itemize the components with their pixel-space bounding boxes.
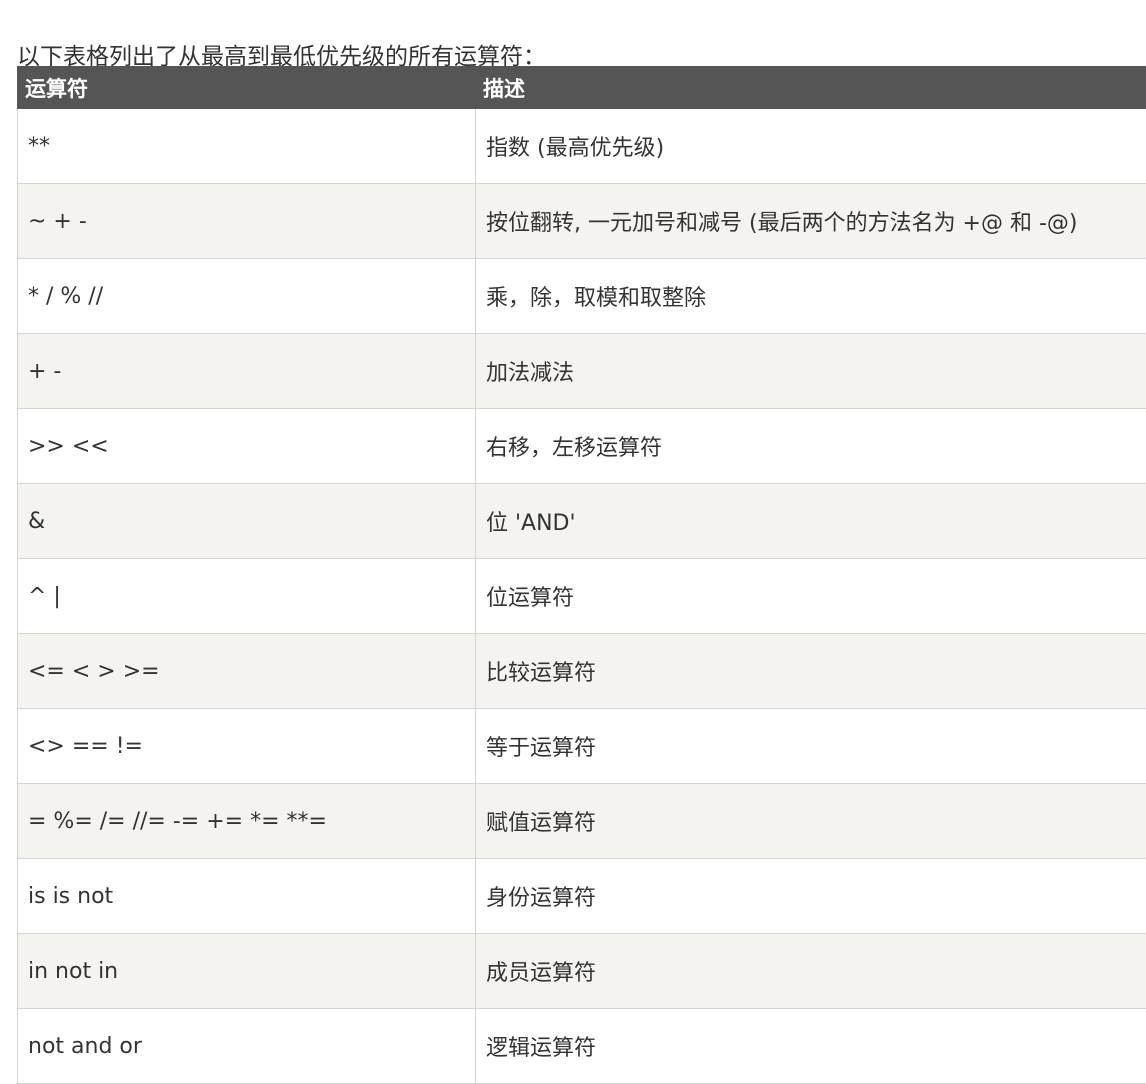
description-cell: 按位翻转, 一元加号和减号 (最后两个的方法名为 +@ 和 -@)	[476, 184, 1146, 259]
operator-cell: in not in	[18, 934, 476, 1009]
table-row: + - 加法减法	[18, 334, 1146, 409]
operator-cell: = %= /= //= -= += *= **=	[18, 784, 476, 859]
column-header-operator: 运算符	[18, 67, 476, 109]
table-row: is is not 身份运算符	[18, 859, 1146, 934]
description-cell: 身份运算符	[476, 859, 1146, 934]
column-header-description: 描述	[476, 67, 1146, 109]
operator-cell: ^ |	[18, 559, 476, 634]
operator-cell: not and or	[18, 1009, 476, 1084]
operator-precedence-table: 运算符 描述 ** 指数 (最高优先级) ~ + - 按位翻转, 一元加号和减号…	[17, 66, 1146, 1084]
table-row: <= < > >= 比较运算符	[18, 634, 1146, 709]
table-row: >> << 右移，左移运算符	[18, 409, 1146, 484]
table-row: & 位 'AND'	[18, 484, 1146, 559]
description-cell: 逻辑运算符	[476, 1009, 1146, 1084]
description-cell: 位运算符	[476, 559, 1146, 634]
operator-cell: * / % //	[18, 259, 476, 334]
table-header-row: 运算符 描述	[18, 67, 1146, 109]
operator-cell: >> <<	[18, 409, 476, 484]
table-row: ** 指数 (最高优先级)	[18, 109, 1146, 184]
description-cell: 等于运算符	[476, 709, 1146, 784]
operator-cell: **	[18, 109, 476, 184]
table-row: = %= /= //= -= += *= **= 赋值运算符	[18, 784, 1146, 859]
description-cell: 赋值运算符	[476, 784, 1146, 859]
description-cell: 指数 (最高优先级)	[476, 109, 1146, 184]
table-row: * / % // 乘，除，取模和取整除	[18, 259, 1146, 334]
table-row: not and or 逻辑运算符	[18, 1009, 1146, 1084]
operator-cell: <> == !=	[18, 709, 476, 784]
description-cell: 成员运算符	[476, 934, 1146, 1009]
table-row: <> == != 等于运算符	[18, 709, 1146, 784]
description-cell: 比较运算符	[476, 634, 1146, 709]
operator-cell: &	[18, 484, 476, 559]
table-row: ~ + - 按位翻转, 一元加号和减号 (最后两个的方法名为 +@ 和 -@)	[18, 184, 1146, 259]
description-cell: 乘，除，取模和取整除	[476, 259, 1146, 334]
description-cell: 位 'AND'	[476, 484, 1146, 559]
table-row: in not in 成员运算符	[18, 934, 1146, 1009]
table-row: ^ | 位运算符	[18, 559, 1146, 634]
operator-cell: ~ + -	[18, 184, 476, 259]
operator-cell: is is not	[18, 859, 476, 934]
description-cell: 右移，左移运算符	[476, 409, 1146, 484]
description-cell: 加法减法	[476, 334, 1146, 409]
operator-cell: <= < > >=	[18, 634, 476, 709]
operator-cell: + -	[18, 334, 476, 409]
